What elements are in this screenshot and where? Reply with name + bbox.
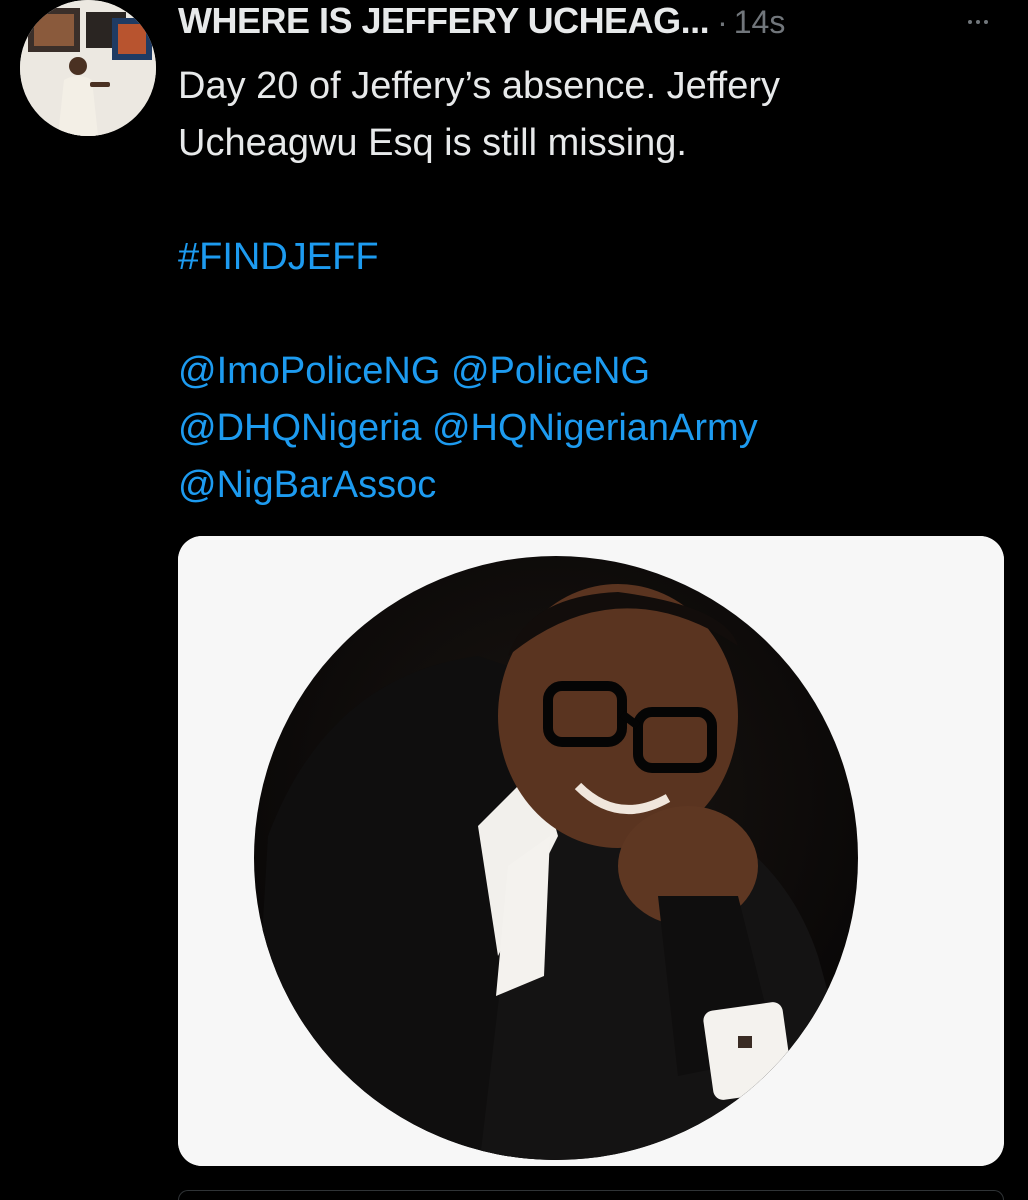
mention-link[interactable]: @ImoPoliceNG — [178, 350, 440, 392]
mention-link[interactable]: @NigBarAssoc — [178, 464, 436, 506]
next-card-edge — [178, 1190, 1004, 1200]
tweet-header: WHERE IS JEFFERY UCHEAG... · 14s — [178, 0, 785, 48]
user-avatar-icon — [20, 0, 156, 136]
portrait-photo — [178, 536, 1004, 1166]
more-options-icon — [968, 20, 972, 24]
tweet-text-line: Ucheagwu Esq is still missing. — [178, 122, 687, 164]
more-options-icon — [976, 20, 980, 24]
more-options-button[interactable] — [958, 10, 998, 34]
tweet[interactable]: WHERE IS JEFFERY UCHEAG... · 14s Day 20 … — [0, 0, 1028, 1200]
author-avatar[interactable] — [20, 0, 156, 136]
mention-link[interactable]: @DHQNigeria — [178, 407, 421, 449]
separator-dot: · — [717, 4, 728, 40]
tweet-media-photo[interactable] — [178, 536, 1004, 1166]
more-options-icon — [984, 20, 988, 24]
hashtag-link[interactable]: #FINDJEFF — [178, 236, 379, 278]
mention-link[interactable]: @PoliceNG — [451, 350, 650, 392]
mention-link[interactable]: @HQNigerianArmy — [432, 407, 758, 449]
tweet-text: Day 20 of Jeffery’s absence. Jeffery Uch… — [178, 58, 988, 514]
timestamp[interactable]: 14s — [734, 4, 786, 41]
display-name[interactable]: WHERE IS JEFFERY UCHEAG... — [178, 0, 710, 42]
tweet-text-line: Day 20 of Jeffery’s absence. Jeffery — [178, 65, 781, 107]
